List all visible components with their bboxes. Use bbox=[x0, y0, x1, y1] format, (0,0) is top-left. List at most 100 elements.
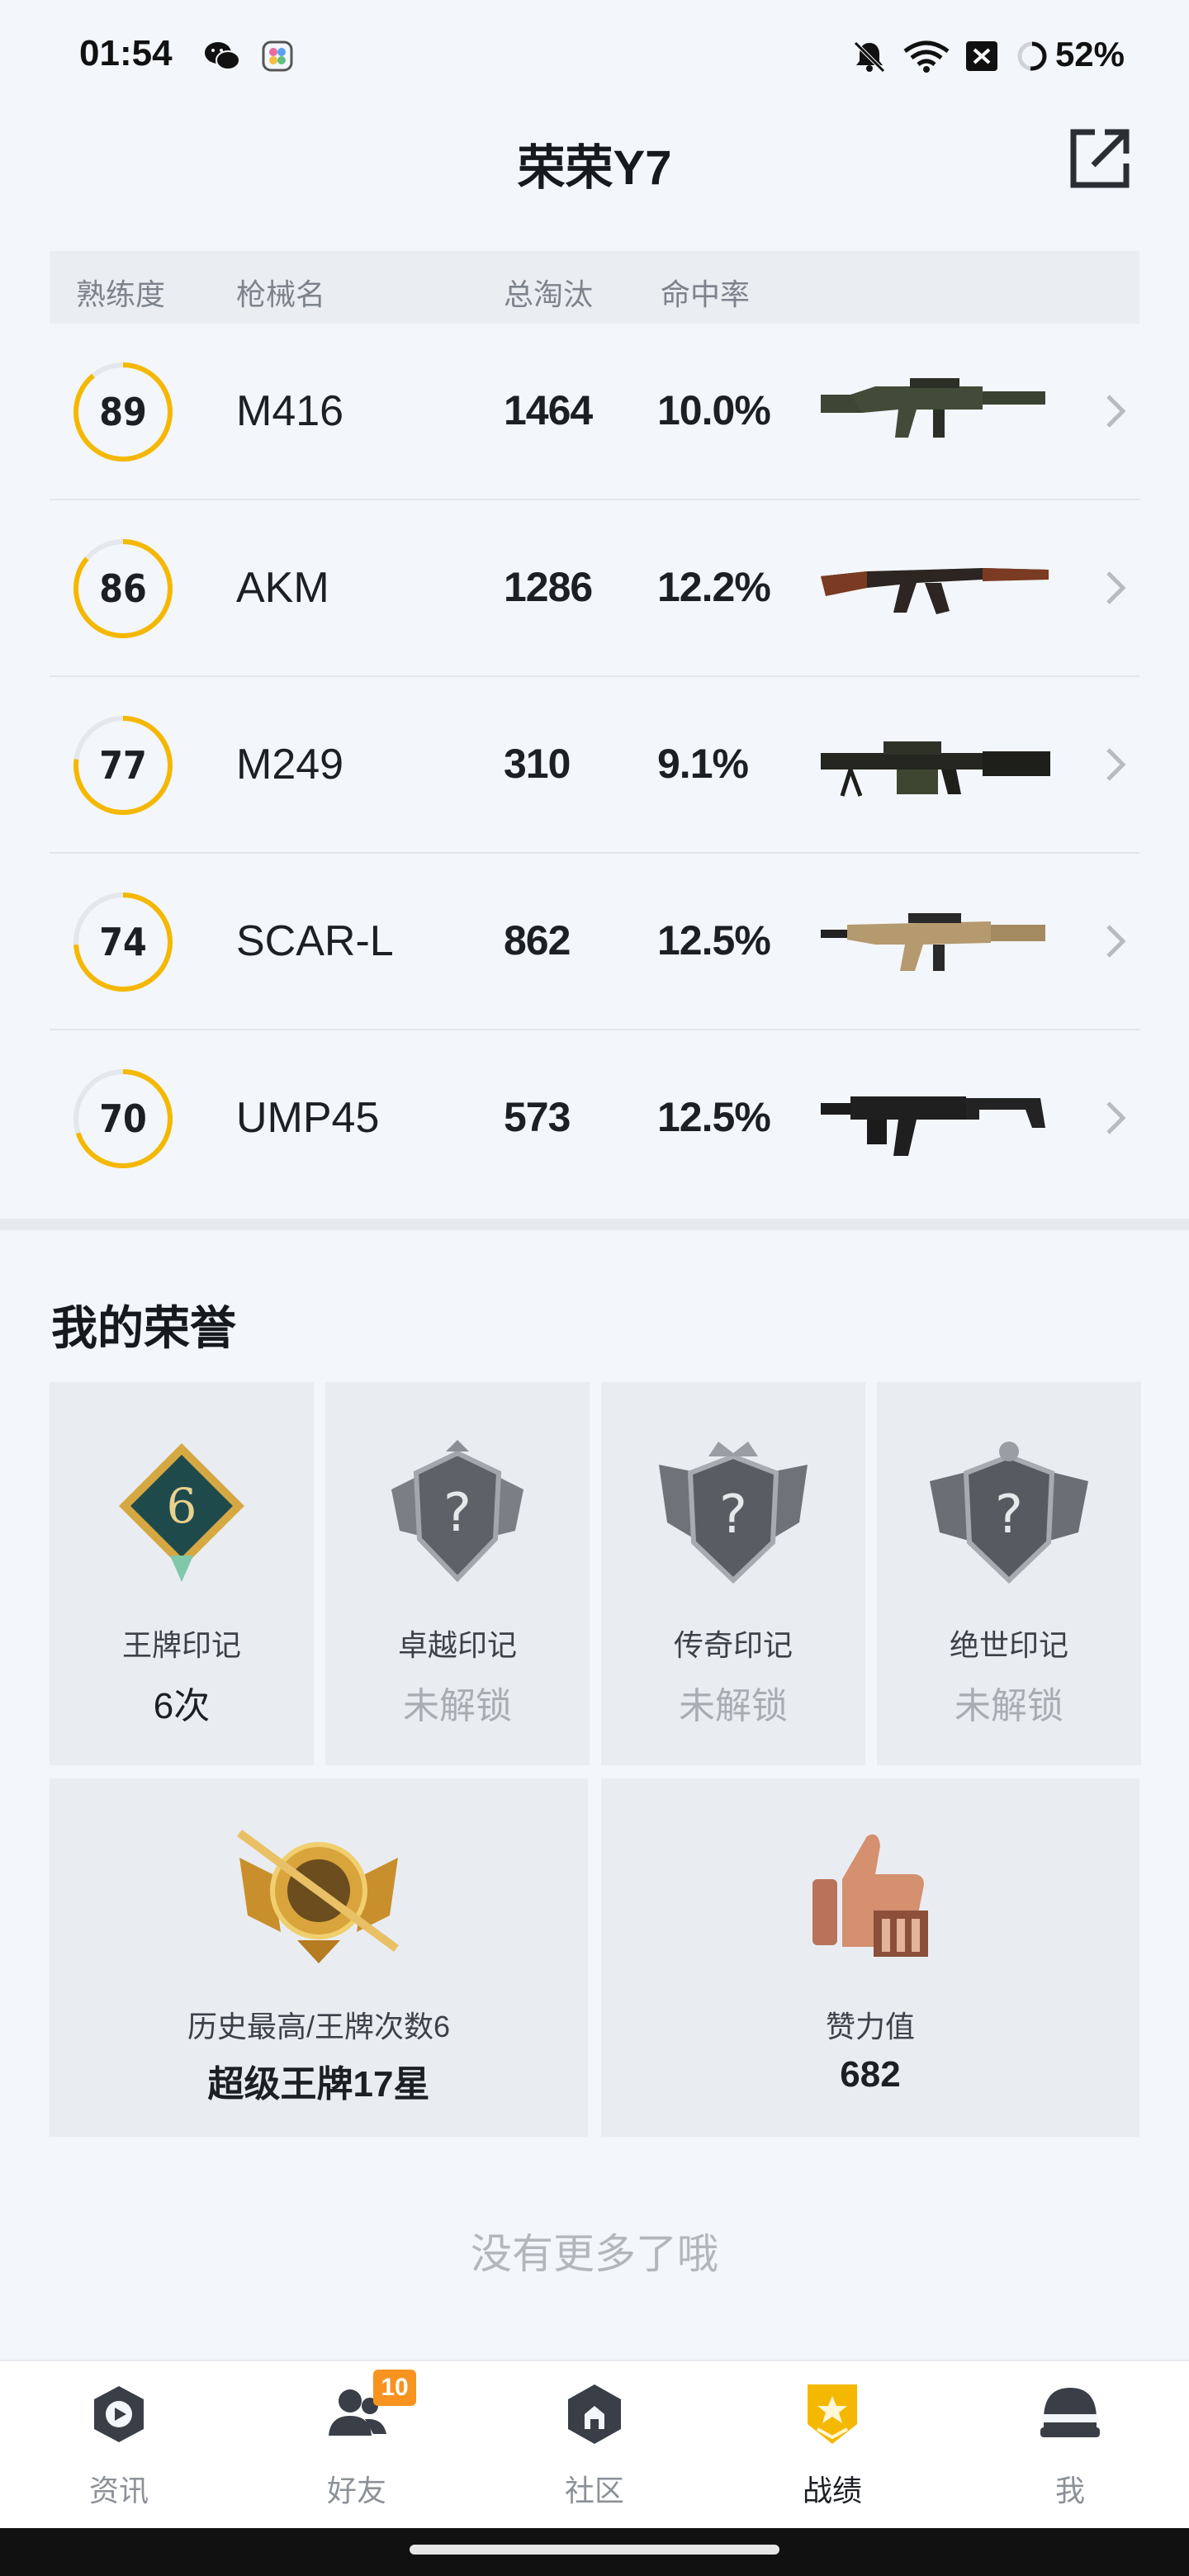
wechat-icon bbox=[205, 42, 240, 70]
honor-section-title: 我的荣誉 bbox=[51, 1302, 236, 1354]
battery-percent: 52% bbox=[1054, 35, 1125, 73]
badge-label: 传奇印记 bbox=[673, 1628, 793, 1662]
app-icon bbox=[262, 40, 293, 72]
m249-lmg-icon bbox=[821, 741, 1050, 797]
rank-card-label: 历史最高/王牌次数6 bbox=[187, 2010, 451, 2043]
chevron-right-icon bbox=[1106, 748, 1126, 781]
m416-rifle-icon bbox=[821, 378, 1045, 438]
badge-value: 6次 bbox=[153, 1686, 211, 1726]
akm-rifle-icon bbox=[821, 568, 1049, 614]
nav-item-records[interactable]: 战绩 bbox=[713, 2361, 951, 2530]
eliminations-value: 862 bbox=[504, 917, 571, 964]
nav-label: 资讯 bbox=[88, 2474, 149, 2507]
gun-name: UMP45 bbox=[236, 1094, 380, 1142]
friends-notification-badge: 10 bbox=[373, 2370, 416, 2406]
community-icon bbox=[568, 2384, 621, 2444]
weapon-row-ump45[interactable]: 70 UMP45 573 12.5% bbox=[50, 1030, 1139, 1207]
nav-label: 好友 bbox=[326, 2474, 386, 2507]
badge-card-legend-mark[interactable]: ? 传奇印记 未解锁 bbox=[601, 1382, 865, 1765]
gesture-nav-area bbox=[0, 2528, 1189, 2576]
accuracy-value: 9.1% bbox=[657, 741, 749, 787]
share-external-icon[interactable] bbox=[1065, 124, 1135, 193]
weapon-row-scar-l[interactable]: 74 SCAR-L 862 12.5% bbox=[50, 854, 1139, 1030]
gun-name: SCAR-L bbox=[236, 917, 394, 965]
proficiency-value: 86 bbox=[99, 566, 147, 611]
likes-card[interactable]: 赞力值 682 bbox=[601, 1778, 1139, 2137]
eliminations-value: 573 bbox=[504, 1094, 571, 1140]
chevron-right-icon bbox=[1106, 925, 1126, 958]
profile-helmet-icon bbox=[1040, 2388, 1100, 2437]
nav-item-friends[interactable]: 10 好友 bbox=[238, 2361, 476, 2530]
nav-label: 战绩 bbox=[802, 2474, 862, 2507]
locked-badge-icon: ? bbox=[659, 1442, 808, 1584]
rank-card-value: 超级王牌17星 bbox=[207, 2064, 430, 2105]
badge-label: 卓越印记 bbox=[397, 1628, 517, 1662]
locked-badge-icon: ? bbox=[930, 1442, 1088, 1584]
gun-name: AKM bbox=[236, 564, 329, 612]
bottom-nav: 资讯 10 好友 社区 战绩 我 bbox=[0, 2360, 1189, 2528]
sim-off-icon bbox=[966, 41, 997, 71]
weapon-table-header: 熟练度 枪械名 总淘汰 命中率 bbox=[50, 251, 1139, 324]
status-bar: 01:54 52% bbox=[0, 0, 1189, 112]
status-time: 01:54 bbox=[79, 33, 173, 73]
chevron-right-icon bbox=[1106, 1101, 1126, 1134]
proficiency-value: 77 bbox=[99, 743, 147, 788]
accuracy-value: 12.2% bbox=[657, 564, 771, 610]
nav-item-community[interactable]: 社区 bbox=[476, 2361, 713, 2530]
badge-label: 绝世印记 bbox=[949, 1628, 1068, 1662]
weapon-row-akm[interactable]: 86 AKM 1286 12.2% bbox=[50, 500, 1139, 677]
section-divider bbox=[0, 1219, 1189, 1230]
wifi-icon bbox=[903, 40, 950, 73]
battery-ring-icon bbox=[1017, 41, 1047, 71]
ace-mark-badge-icon: 6 bbox=[119, 1443, 244, 1582]
svg-text:6: 6 bbox=[167, 1478, 197, 1534]
svg-text:?: ? bbox=[995, 1485, 1023, 1546]
records-icon bbox=[808, 2384, 857, 2444]
badge-value: 未解锁 bbox=[403, 1686, 512, 1726]
chevron-right-icon bbox=[1106, 571, 1126, 604]
nav-label: 社区 bbox=[564, 2474, 624, 2507]
accuracy-value: 10.0% bbox=[657, 387, 771, 433]
weapon-row-m416[interactable]: 89 M416 1464 10.0% bbox=[50, 324, 1139, 500]
badge-card-ace-mark[interactable]: 6 王牌印记 6次 bbox=[50, 1382, 314, 1765]
header-accuracy: 命中率 bbox=[661, 277, 751, 311]
proficiency-value: 89 bbox=[99, 390, 147, 434]
ump45-smg-icon bbox=[821, 1096, 1045, 1156]
nav-label: 我 bbox=[1054, 2474, 1085, 2507]
svg-text:?: ? bbox=[719, 1485, 747, 1546]
gun-name: M249 bbox=[236, 741, 344, 788]
badge-card-peerless-mark[interactable]: ? 绝世印记 未解锁 bbox=[877, 1382, 1141, 1765]
likes-card-label: 赞力值 bbox=[825, 2010, 915, 2043]
eliminations-value: 1286 bbox=[504, 564, 593, 610]
weapon-list: 89 M416 1464 10.0% 86 AKM 1286 12.2% 77 … bbox=[50, 324, 1139, 1207]
highest-rank-card[interactable]: 历史最高/王牌次数6 超级王牌17星 bbox=[50, 1778, 588, 2137]
gun-name: M416 bbox=[236, 387, 344, 435]
badge-value: 未解锁 bbox=[955, 1686, 1063, 1726]
weapon-row-m249[interactable]: 77 M249 310 9.1% bbox=[50, 677, 1139, 854]
proficiency-value: 70 bbox=[99, 1096, 147, 1141]
page-title: 荣荣Y7 bbox=[517, 141, 672, 195]
end-of-list-text: 没有更多了哦 bbox=[471, 2231, 718, 2277]
home-indicator[interactable] bbox=[410, 2545, 779, 2555]
badge-card-excellence-mark[interactable]: ? 卓越印记 未解锁 bbox=[325, 1382, 590, 1765]
nav-item-profile[interactable]: 我 bbox=[951, 2361, 1189, 2530]
chevron-right-icon bbox=[1106, 395, 1126, 428]
locked-badge-icon: ? bbox=[391, 1440, 523, 1583]
header-proficiency: 熟练度 bbox=[76, 277, 166, 311]
eliminations-value: 310 bbox=[504, 741, 571, 787]
proficiency-value: 74 bbox=[99, 920, 147, 964]
likes-card-value: 682 bbox=[840, 2054, 901, 2095]
accuracy-value: 12.5% bbox=[657, 917, 771, 964]
mute-icon bbox=[854, 41, 885, 73]
eliminations-value: 1464 bbox=[504, 387, 593, 433]
super-ace-rank-icon bbox=[237, 1829, 399, 1963]
svg-text:?: ? bbox=[443, 1483, 471, 1544]
accuracy-value: 12.5% bbox=[657, 1094, 771, 1140]
scar-l-rifle-icon bbox=[821, 913, 1045, 971]
badge-label: 王牌印记 bbox=[121, 1628, 241, 1662]
nav-item-news[interactable]: 资讯 bbox=[0, 2361, 238, 2530]
badge-value: 未解锁 bbox=[679, 1686, 788, 1726]
header-eliminations: 总淘汰 bbox=[504, 277, 594, 311]
news-icon bbox=[94, 2386, 144, 2442]
thumbs-up-icon bbox=[812, 1834, 928, 1957]
